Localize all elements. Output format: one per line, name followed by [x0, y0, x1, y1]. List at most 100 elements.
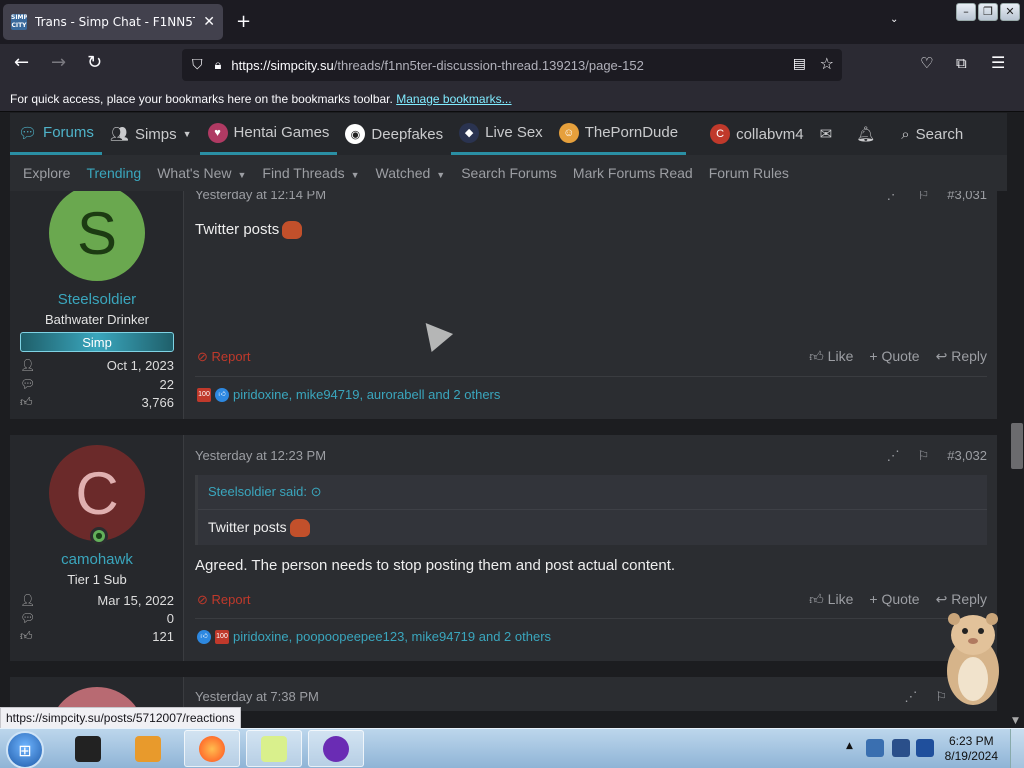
quote-button[interactable]: + Quote	[869, 348, 919, 365]
nav-deepfakes[interactable]: ◉ Deepfakes	[337, 113, 451, 155]
volume-icon[interactable]	[916, 739, 934, 757]
maximize-button[interactable]: ❐	[978, 3, 998, 21]
explorer-icon	[75, 735, 101, 762]
network-icon[interactable]	[892, 739, 910, 757]
comment-icon: 💬︎	[20, 377, 36, 391]
show-desktop-button[interactable]	[1010, 729, 1024, 768]
post-number[interactable]: #3,032	[947, 448, 987, 464]
reactions-stat: 👍︎ 3,766	[20, 395, 174, 410]
avatar[interactable]: S	[49, 191, 145, 281]
divider	[195, 376, 987, 377]
username[interactable]: camohawk	[10, 551, 184, 568]
taskbar-item-firefox[interactable]	[184, 730, 240, 767]
post-user-pane	[10, 677, 184, 711]
clock[interactable]: 6:23 PM 8/19/2024	[945, 734, 998, 764]
hentai-games-icon: ♥	[207, 122, 228, 143]
taskbar-item-app[interactable]	[246, 730, 302, 767]
back-icon[interactable]: ←	[14, 52, 29, 73]
share-icon[interactable]: ⋰	[887, 448, 900, 464]
subnav-search-forums[interactable]: Search Forums	[461, 165, 557, 181]
reader-view-icon[interactable]: ▤	[793, 56, 806, 72]
like-button[interactable]: 👍︎ Like	[809, 348, 853, 365]
nav-search[interactable]: ⌕ Search	[893, 113, 971, 155]
status-link-preview: https://simpcity.su/posts/5712007/reacti…	[0, 707, 241, 729]
url-bar[interactable]: ⛉ 🔒︎ https://simpcity.su/threads/f1nn5te…	[182, 49, 842, 81]
bookmark-icon[interactable]: ⚐	[918, 191, 930, 203]
subnav-forum-rules[interactable]: Forum Rules	[709, 165, 789, 181]
bookmark-star-icon[interactable]: ☆	[820, 54, 834, 73]
extensions-icon[interactable]: ⧉	[956, 54, 967, 72]
nav-alerts[interactable]: 🔔︎	[848, 113, 883, 155]
new-tab-button[interactable]: +	[236, 11, 251, 32]
subnav-find-threads[interactable]: Find Threads ▼	[262, 165, 359, 181]
show-hidden-icons[interactable]: ▲	[846, 741, 853, 751]
quote-author[interactable]: Steelsoldier said: ⊙	[208, 484, 322, 500]
taskbar-item-proxy[interactable]	[308, 730, 364, 767]
reactions-bar[interactable]: 👍︎ 100 piridoxine, poopoopeepee123, mike9…	[197, 629, 551, 644]
search-icon: ⌕	[901, 125, 910, 143]
post: Yesterday at 7:38 PM ⋰ ⚐	[10, 677, 997, 711]
lock-icon[interactable]: 🔒︎	[215, 58, 222, 73]
post-number[interactable]: #3,031	[947, 191, 987, 203]
post-time[interactable]: Yesterday at 12:23 PM	[195, 448, 326, 463]
username[interactable]: Steelsoldier	[10, 291, 184, 308]
scroll-down-icon[interactable]: ▼	[1012, 716, 1019, 726]
page-scrollbar[interactable]: ▼	[1008, 191, 1024, 728]
tab-title: Trans - Simp Chat - F1NN5TER	[35, 15, 195, 29]
subnav-mark-read[interactable]: Mark Forums Read	[573, 165, 693, 181]
report-link[interactable]: ⊘ Report	[197, 349, 251, 365]
like-button[interactable]: 👍︎ Like	[809, 591, 853, 608]
user-icon: ●	[93, 530, 105, 542]
subnav-watched[interactable]: Watched ▼	[376, 165, 446, 181]
subnav-trending[interactable]: Trending	[86, 165, 141, 181]
browser-tab[interactable]: SIMP CITY Trans - Simp Chat - F1NN5TER ✕	[3, 4, 223, 40]
share-icon[interactable]: ⋰	[904, 689, 917, 705]
nav-user[interactable]: C collabvm4	[702, 113, 812, 155]
user-icon: 👤︎	[20, 358, 36, 372]
hundred-icon: 100	[197, 387, 211, 402]
nav-theporndude[interactable]: ☺ ThePornDude	[550, 113, 687, 155]
tracking-shield-icon[interactable]: ⛉	[192, 57, 203, 73]
taskbar-item-media[interactable]	[120, 730, 176, 767]
nav-forums[interactable]: 💬︎ Forums	[10, 113, 102, 155]
chevron-down-icon: ▼	[182, 129, 192, 139]
post-main: Yesterday at 12:14 PM ⋰ ⚐ #3,031 Twitter…	[195, 191, 987, 419]
report-link[interactable]: ⊘ Report	[197, 592, 251, 608]
reactions-bar[interactable]: 100 👍︎ piridoxine, mike94719, aurorabell …	[197, 387, 500, 402]
joined-stat: 👤︎ Oct 1, 2023	[20, 358, 174, 373]
menu-icon[interactable]: ☰	[991, 53, 1005, 72]
nav-hentai-games[interactable]: ♥ Hentai Games	[199, 113, 338, 155]
share-icon[interactable]: ⋰	[887, 191, 900, 203]
reload-icon[interactable]: ↻	[87, 52, 102, 73]
action-center-icon[interactable]	[866, 739, 884, 757]
minimize-button[interactable]: –	[956, 3, 976, 21]
list-tabs-icon[interactable]: ⌄	[890, 14, 898, 25]
quote-button[interactable]: + Quote	[869, 591, 919, 608]
bookmark-icon[interactable]: ⚐	[918, 448, 930, 464]
thumbs-up-icon: 👍︎	[20, 395, 33, 409]
forward-icon[interactable]: →	[51, 52, 66, 73]
post-time[interactable]: Yesterday at 7:38 PM	[195, 689, 319, 704]
close-tab-icon[interactable]: ✕	[203, 14, 215, 30]
subnav-whats-new[interactable]: What's New ▼	[157, 165, 246, 181]
manage-bookmarks-link[interactable]: Manage bookmarks...	[396, 92, 511, 106]
post-time[interactable]: Yesterday at 12:14 PM	[195, 191, 326, 202]
messages-stat: 💬︎ 22	[20, 377, 174, 392]
close-window-button[interactable]: ✕	[1000, 3, 1020, 21]
start-button[interactable]: ⊞	[6, 731, 44, 768]
scrollbar-thumb[interactable]	[1011, 423, 1023, 469]
taskbar-item-explorer[interactable]	[60, 730, 116, 767]
post: C ● camohawk Tier 1 Sub 👤︎ Mar 15, 2022 💬…	[10, 435, 997, 661]
nav-inbox[interactable]: ✉	[812, 113, 841, 155]
quote-body: Twitter posts	[208, 519, 310, 538]
joined-stat: 👤︎ Mar 15, 2022	[20, 593, 174, 608]
reply-button[interactable]: ↩ Reply	[936, 348, 987, 365]
pocket-icon[interactable]: ♡	[920, 54, 933, 72]
nav-live-sex[interactable]: ◆ Live Sex	[451, 113, 551, 155]
url-text[interactable]: https://simpcity.su/threads/f1nn5ter-dis…	[231, 58, 643, 73]
hamster-sticker	[947, 613, 999, 705]
site-nav: 💬︎ Forums 👥︎ Simps ▼ ♥ Hentai Games ◉ De…	[10, 113, 1007, 155]
system-tray: ▲ 6:23 PM 8/19/2024	[842, 729, 1024, 768]
nav-simps[interactable]: 👥︎ Simps ▼	[102, 113, 200, 155]
subnav-explore[interactable]: Explore	[23, 165, 70, 181]
